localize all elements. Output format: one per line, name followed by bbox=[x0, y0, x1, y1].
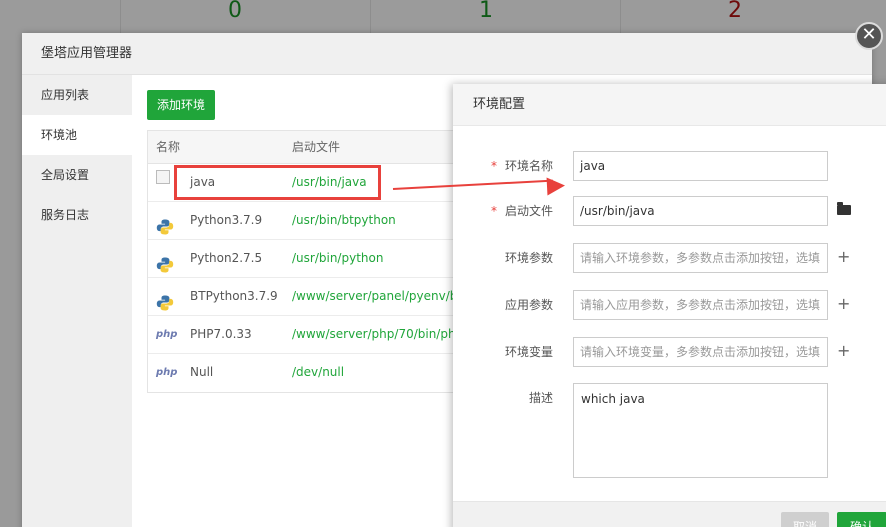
field-label: * 环境名称 bbox=[490, 159, 553, 173]
python-icon bbox=[156, 289, 174, 311]
field-label: 环境参数 bbox=[504, 251, 553, 265]
sidebar-item-global-settings[interactable]: 全局设置 bbox=[22, 155, 132, 195]
sidebar-item-app-list[interactable]: 应用列表 bbox=[22, 75, 132, 115]
env-path: /www/server/panel/pyenv/b bbox=[292, 289, 458, 303]
field-label: 应用参数 bbox=[504, 298, 553, 312]
php-icon: php bbox=[156, 367, 178, 378]
env-config-dialog: 环境配置 * 环境名称 java * 启动文件 /usr/bin/java 环境参数… bbox=[453, 84, 886, 527]
stat-value: 1 bbox=[479, 0, 493, 23]
annotation-arrow-head-icon bbox=[546, 176, 566, 196]
description-textarea[interactable]: which java bbox=[573, 383, 828, 478]
env-name: Python3.7.9 bbox=[190, 213, 263, 227]
env-params-input[interactable]: 请输入环境参数，多参数点击添加按钮，选填 bbox=[573, 243, 828, 273]
python-icon bbox=[156, 213, 174, 235]
add-env-var-plus-icon[interactable]: + bbox=[837, 337, 850, 367]
folder-icon[interactable] bbox=[837, 202, 851, 215]
stat-value: 2 bbox=[728, 0, 742, 23]
confirm-button[interactable]: 确认 bbox=[837, 512, 886, 527]
env-path: /www/server/php/70/bin/ph bbox=[292, 327, 456, 341]
cancel-button[interactable]: 取消 bbox=[781, 512, 829, 527]
add-env-button[interactable]: 添加环境 bbox=[147, 90, 216, 120]
config-dialog-title: 环境配置 bbox=[453, 84, 886, 126]
close-icon[interactable]: ✕ bbox=[855, 22, 883, 50]
required-mark: * bbox=[490, 204, 497, 218]
field-label: 描述 bbox=[528, 391, 553, 405]
annotation-highlight-box bbox=[174, 165, 381, 200]
dialog-title: 堡塔应用管理器 bbox=[22, 33, 872, 75]
required-mark: * bbox=[490, 159, 497, 173]
table-header: 名称 启动文件 bbox=[148, 131, 476, 164]
php-icon: php bbox=[156, 329, 178, 340]
table-row[interactable]: Python3.7.9 /usr/bin/btpython bbox=[148, 202, 476, 240]
header-start-file: 启动文件 bbox=[292, 140, 341, 154]
add-env-param-plus-icon[interactable]: + bbox=[837, 243, 850, 273]
stat-value: 0 bbox=[228, 0, 242, 23]
env-name: Null bbox=[190, 365, 214, 379]
table-row[interactable]: php Null /dev/null bbox=[148, 354, 476, 392]
env-vars-input[interactable]: 请输入环境变量，多参数点击添加按钮，选填 bbox=[573, 337, 828, 367]
app-params-input[interactable]: 请输入应用参数，多参数点击添加按钮，选填 bbox=[573, 290, 828, 320]
add-app-param-plus-icon[interactable]: + bbox=[837, 290, 850, 320]
header-name: 名称 bbox=[156, 140, 181, 154]
env-path: /dev/null bbox=[292, 365, 345, 379]
field-label: * 启动文件 bbox=[490, 204, 553, 218]
sidebar-item-service-log[interactable]: 服务日志 bbox=[22, 195, 132, 235]
table-row[interactable]: Python2.7.5 /usr/bin/python bbox=[148, 240, 476, 278]
env-path: /usr/bin/python bbox=[292, 251, 384, 265]
env-name: PHP7.0.33 bbox=[190, 327, 252, 341]
table-row[interactable]: php PHP7.0.33 /www/server/php/70/bin/ph bbox=[148, 316, 476, 354]
sidebar-item-env-pool[interactable]: 环境池 bbox=[22, 115, 132, 155]
python-icon bbox=[156, 251, 174, 273]
field-label: 环境变量 bbox=[504, 345, 553, 359]
env-path: /usr/bin/btpython bbox=[292, 213, 396, 227]
start-file-input[interactable]: /usr/bin/java bbox=[573, 196, 828, 226]
broken-image-icon bbox=[156, 170, 170, 184]
env-name-input[interactable]: java bbox=[573, 151, 828, 181]
table-row[interactable]: BTPython3.7.9 /www/server/panel/pyenv/b bbox=[148, 278, 476, 316]
sidebar: 应用列表 环境池 全局设置 服务日志 bbox=[22, 75, 132, 527]
env-name: Python2.7.5 bbox=[190, 251, 263, 265]
env-name: BTPython3.7.9 bbox=[190, 289, 278, 303]
config-dialog-footer: 取消 确认 bbox=[453, 501, 886, 527]
